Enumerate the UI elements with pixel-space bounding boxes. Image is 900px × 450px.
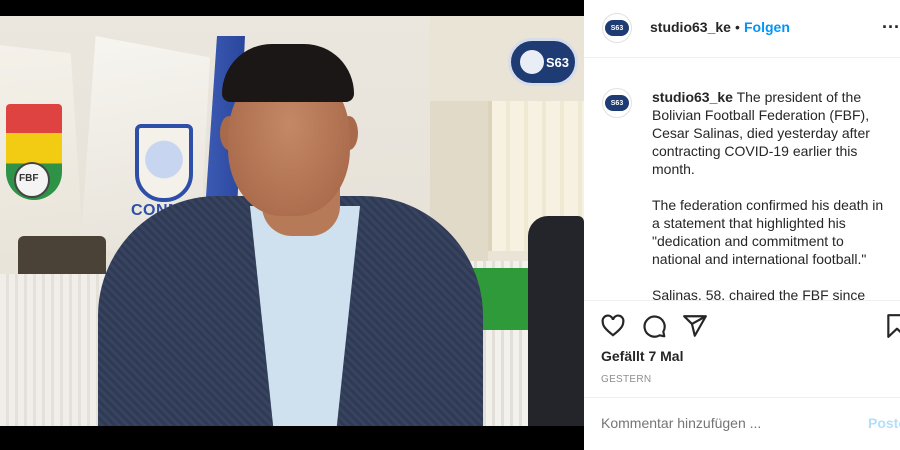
post-photo: FBF CONMEBOL S63 — [0, 16, 584, 426]
media-letterbox — [0, 426, 584, 450]
chair — [18, 236, 106, 276]
caption-paragraph-2: The federation confirmed his death in a … — [652, 197, 884, 267]
comment-input[interactable] — [601, 415, 841, 431]
follow-button[interactable]: Folgen — [744, 19, 790, 35]
caption-username[interactable]: studio63_ke — [652, 89, 733, 105]
post-sidebar: S63 studio63_ke • Folgen ... S63 studio6… — [584, 0, 900, 450]
caption-paragraph-3: Salinas, 58, chaired the FBF since — [652, 287, 866, 300]
man-hair — [222, 44, 354, 102]
save-bookmark-icon[interactable] — [884, 313, 900, 339]
caption-text: studio63_ke The president of the Bolivia… — [652, 88, 892, 300]
more-options-icon[interactable]: ... — [882, 12, 900, 33]
post-comment-button[interactable]: Posten — [868, 415, 900, 431]
caption-paragraph-1: studio63_ke The president of the Bolivia… — [652, 88, 892, 178]
comment-bar: Posten — [584, 397, 900, 450]
watermark-text: S63 — [545, 54, 569, 70]
caption-avatar[interactable]: S63 — [602, 88, 632, 118]
film-reel-icon — [517, 47, 547, 77]
post-media[interactable]: FBF CONMEBOL S63 — [0, 0, 584, 450]
comment-icon[interactable] — [641, 313, 667, 339]
background-person — [528, 216, 584, 426]
post-header: S63 studio63_ke • Folgen ... — [584, 0, 900, 58]
avatar[interactable]: S63 — [602, 13, 632, 43]
fbf-logo-text: FBF — [19, 173, 39, 184]
caption-avatar-logo: S63 — [605, 95, 629, 111]
action-bar: Gefällt 7 Mal GESTERN Posten — [584, 300, 900, 450]
caption-scroll-area[interactable]: S63 studio63_ke The president of the Bol… — [584, 58, 900, 300]
share-icon[interactable] — [682, 313, 708, 339]
s63-watermark: S63 — [508, 38, 578, 86]
header-separator: • — [735, 19, 740, 35]
conmebol-logo — [135, 124, 193, 202]
header-username[interactable]: studio63_ke — [650, 19, 731, 35]
like-heart-icon[interactable] — [600, 313, 626, 339]
post-date[interactable]: GESTERN — [601, 374, 651, 385]
avatar-logo: S63 — [605, 20, 629, 36]
like-count[interactable]: Gefällt 7 Mal — [601, 348, 683, 364]
